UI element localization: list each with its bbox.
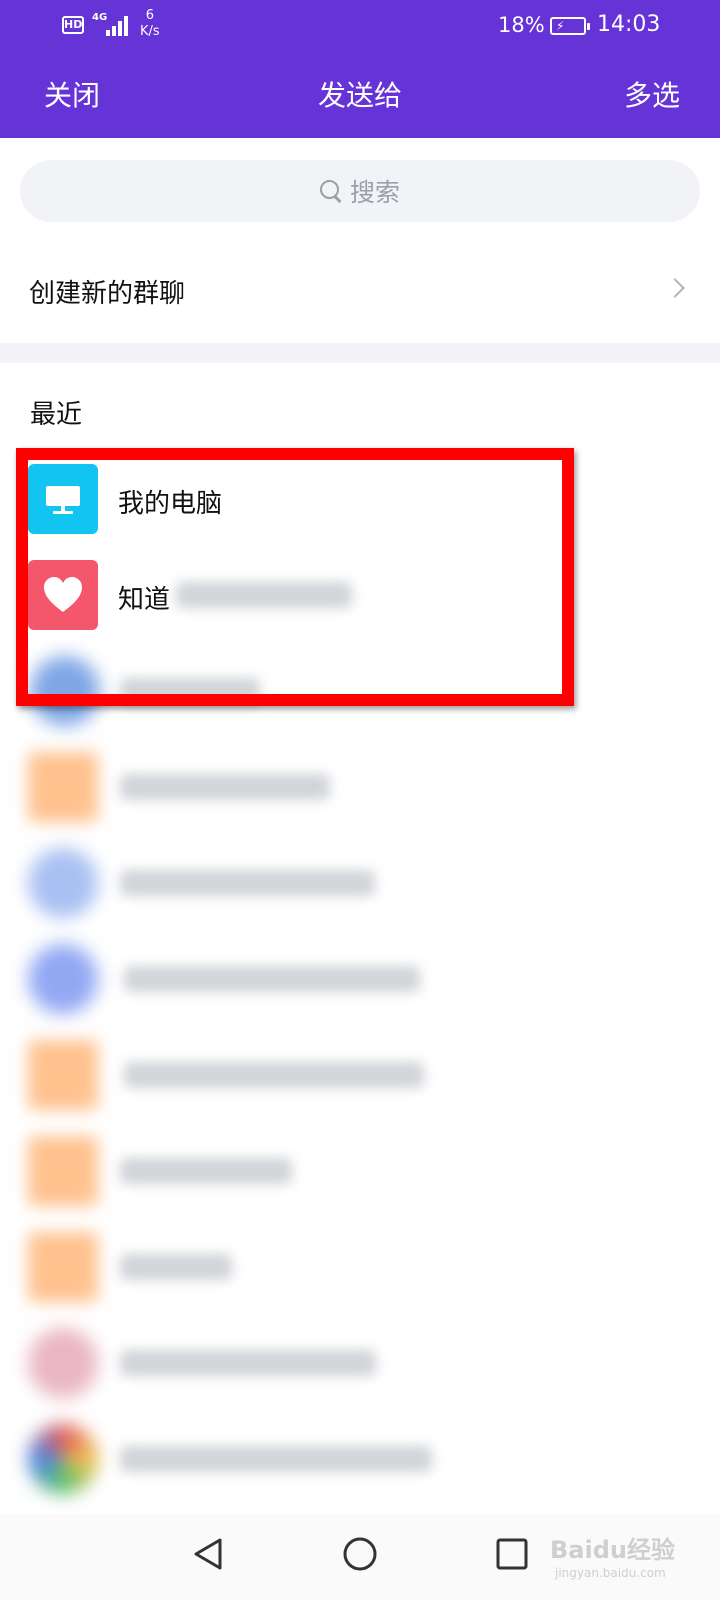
blurred-name xyxy=(124,1062,424,1088)
list-item-zhidao[interactable]: 知道 xyxy=(0,548,720,644)
multi-select-button[interactable]: 多选 xyxy=(624,76,680,116)
section-divider xyxy=(0,343,720,363)
avatar xyxy=(28,1232,98,1302)
battery-percent: 18% xyxy=(498,13,545,37)
network-type: 4G xyxy=(92,12,108,23)
search-input[interactable]: 搜索 xyxy=(20,160,700,222)
avatar xyxy=(28,848,98,918)
battery-icon: ⚡ xyxy=(550,17,590,35)
list-item[interactable] xyxy=(0,1220,720,1316)
create-group-label: 创建新的群聊 xyxy=(29,279,186,309)
blurred-name xyxy=(120,1158,292,1184)
speed-unit: K/s xyxy=(140,24,160,39)
create-group-row[interactable]: 创建新的群聊 xyxy=(0,243,720,343)
search-placeholder: 搜索 xyxy=(349,178,400,207)
list-item[interactable] xyxy=(0,1316,720,1412)
list-item-my-computer[interactable]: 我的电脑 xyxy=(0,452,720,548)
hd-badge: HD xyxy=(62,16,84,34)
list-item[interactable] xyxy=(0,644,720,740)
top-bar: HD 4G 6 K/s 18% ⚡ 14:03 发送给 关闭 多选 xyxy=(0,0,720,138)
blurred-name xyxy=(120,678,260,704)
blurred-name xyxy=(120,1254,232,1280)
watermark-logo: Baidu经验 xyxy=(550,1536,675,1564)
watermark-url: jingyan.baidu.com xyxy=(555,1566,666,1580)
home-icon[interactable] xyxy=(342,1536,378,1572)
chevron-right-icon xyxy=(665,278,685,298)
close-button[interactable]: 关闭 xyxy=(44,76,100,116)
signal-icon xyxy=(106,14,132,36)
recent-section-title: 最近 xyxy=(30,400,83,430)
avatar xyxy=(30,656,100,726)
avatar xyxy=(28,1136,98,1206)
conversation-name: 知道 xyxy=(118,585,171,615)
network-speed: 6 K/s xyxy=(140,8,160,40)
avatar xyxy=(28,1040,98,1110)
blurred-name xyxy=(176,582,352,608)
page-title: 发送给 xyxy=(317,79,402,112)
blurred-name xyxy=(124,966,420,992)
heart-icon xyxy=(28,560,98,630)
conversation-name: 我的电脑 xyxy=(118,489,223,519)
blurred-name xyxy=(120,870,375,896)
status-bar: HD 4G 6 K/s 18% ⚡ 14:03 xyxy=(0,0,720,52)
clock: 14:03 xyxy=(597,12,661,37)
blurred-name xyxy=(120,1350,376,1376)
avatar xyxy=(28,944,98,1014)
list-item[interactable] xyxy=(0,740,720,836)
list-item[interactable] xyxy=(0,1124,720,1220)
search-icon xyxy=(319,180,342,202)
recent-apps-icon[interactable] xyxy=(496,1538,528,1570)
list-item[interactable] xyxy=(0,836,720,932)
blurred-name xyxy=(120,1446,432,1472)
avatar xyxy=(28,752,98,822)
blurred-name xyxy=(120,774,330,800)
avatar xyxy=(28,1424,98,1494)
list-item[interactable] xyxy=(0,1412,720,1508)
avatar xyxy=(28,1328,98,1398)
list-item[interactable] xyxy=(0,932,720,1028)
computer-icon xyxy=(28,464,98,534)
speed-value: 6 xyxy=(145,8,154,23)
list-item[interactable] xyxy=(0,1028,720,1124)
